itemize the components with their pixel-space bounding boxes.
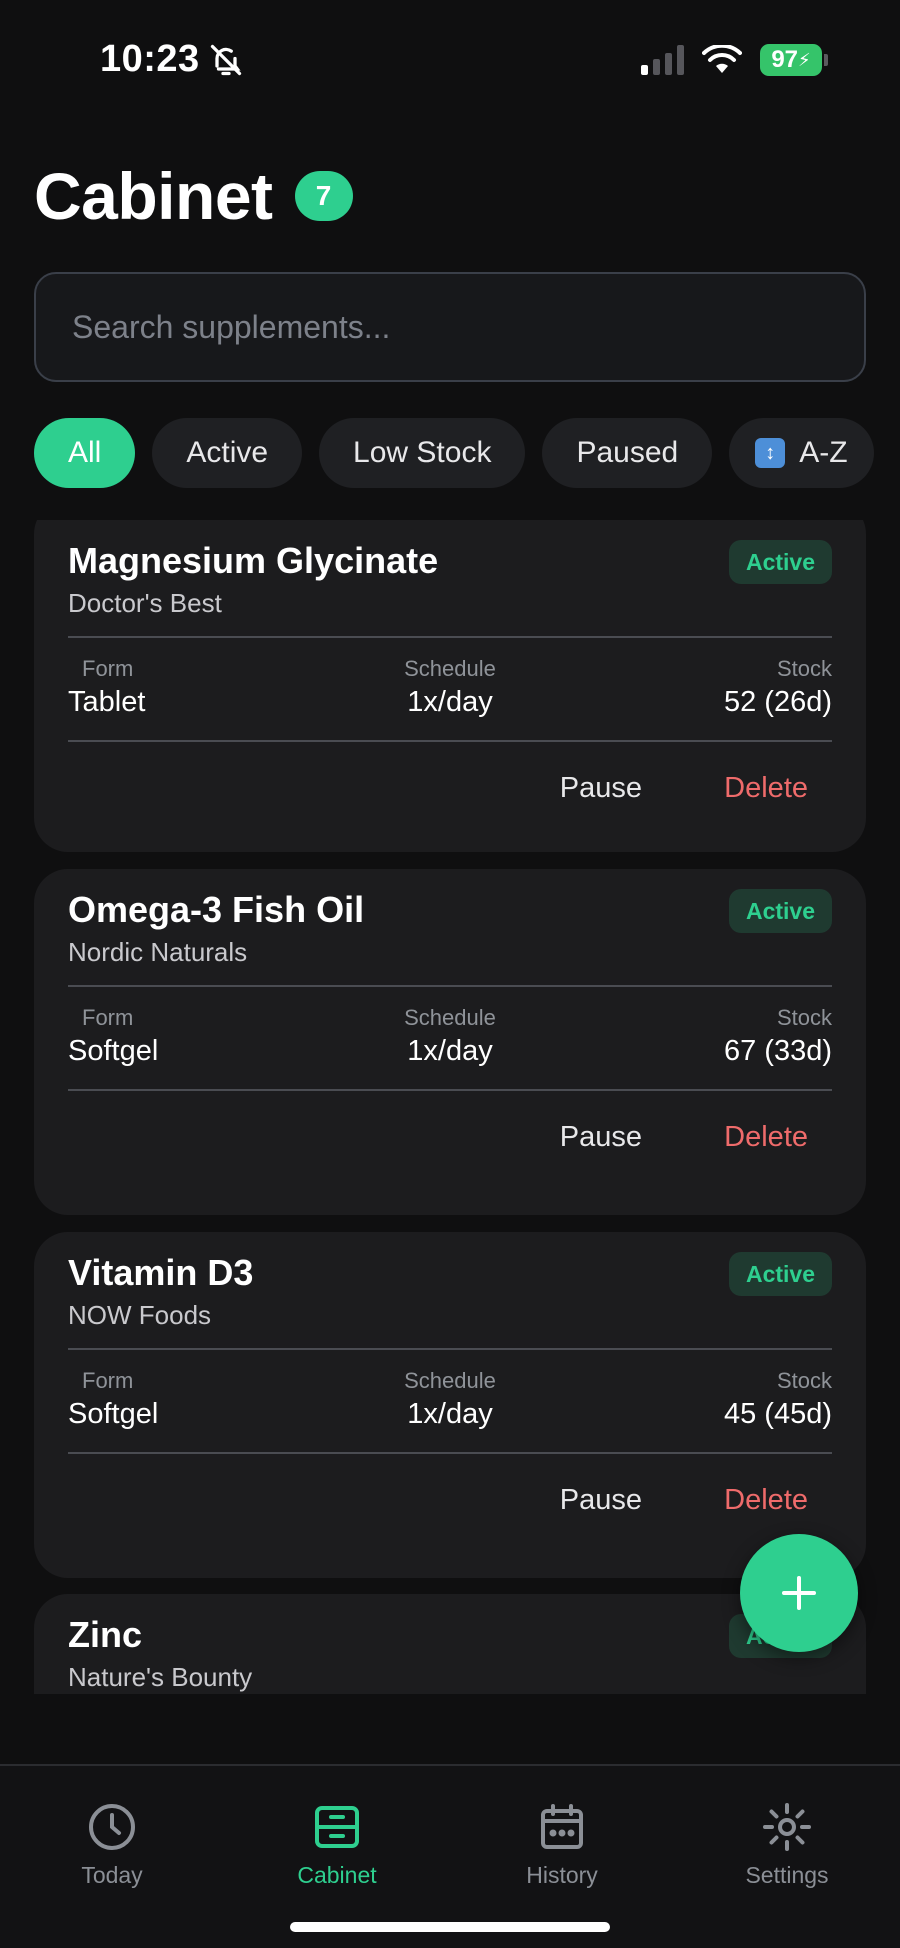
filter-low-stock[interactable]: Low Stock (319, 418, 526, 488)
card-actions: Pause Delete (68, 1091, 832, 1199)
battery-level: 97 (771, 46, 799, 73)
delete-button[interactable]: Delete (724, 1484, 808, 1517)
filter-all[interactable]: All (34, 418, 136, 488)
status-icons: 97 ⚡ (641, 44, 828, 76)
plus-icon (782, 1576, 816, 1610)
sort-label: A-Z (799, 436, 848, 469)
card-actions: Pause Delete (68, 1454, 832, 1562)
stock-field: Stock 45 (45d) (724, 1368, 832, 1431)
filter-chips: All Active Low Stock Paused ↕ A-Z (34, 418, 874, 488)
supplement-name: Magnesium Glycinate (68, 540, 439, 581)
calendar-icon (541, 1804, 583, 1849)
stock-value: 67 (33d) (723, 1035, 832, 1067)
supplement-name: Omega-3 Fish Oil (68, 889, 365, 930)
supplement-name: Vitamin D3 (68, 1252, 254, 1293)
supplement-brand: Nordic Naturals (68, 937, 248, 967)
supplement-card[interactable]: Vitamin D3 NOW Foods Active Form Softgel… (34, 1232, 866, 1578)
stock-field: Stock 67 (33d) (724, 1005, 832, 1068)
schedule-value: 1x/day (407, 1398, 493, 1430)
card-details: Form Tablet Schedule 1x/day Stock 52 (26… (68, 638, 832, 740)
stock-value: 45 (45d) (723, 1398, 832, 1430)
header: Cabinet 7 (34, 158, 353, 234)
charging-bolt-icon: ⚡ (798, 49, 811, 70)
count-badge: 7 (294, 171, 353, 221)
sort-button[interactable]: ↕ A-Z (729, 418, 874, 488)
pause-button[interactable]: Pause (560, 1121, 642, 1154)
stock-value: 52 (26d) (723, 686, 832, 718)
schedule-label: Schedule (404, 1005, 496, 1030)
delete-button[interactable]: Delete (724, 1121, 808, 1154)
home-indicator (290, 1922, 610, 1932)
stock-label: Stock (776, 1368, 832, 1393)
tab-label: Cabinet (297, 1862, 377, 1888)
stock-label: Stock (776, 1005, 832, 1030)
card-details: Form Softgel Schedule 1x/day Stock 45 (4… (68, 1350, 832, 1452)
sort-arrows-icon: ↕ (755, 438, 786, 468)
card-header: Omega-3 Fish Oil Nordic Naturals Active (68, 869, 832, 985)
stock-label: Stock (776, 656, 832, 681)
schedule-label: Schedule (404, 656, 496, 681)
tab-history[interactable]: History (462, 1802, 662, 1889)
supplement-card[interactable]: Zinc Nature's Bounty Active (34, 1594, 866, 1694)
supplement-brand: Doctor's Best (68, 588, 222, 618)
filter-active[interactable]: Active (152, 418, 303, 488)
cellular-signal-icon (641, 45, 684, 75)
status-time: 10:23 (100, 38, 200, 80)
battery-indicator: 97 ⚡ (760, 44, 828, 76)
card-header: Vitamin D3 NOW Foods Active (68, 1232, 832, 1348)
pause-button[interactable]: Pause (560, 1484, 642, 1517)
tab-label: Today (81, 1862, 143, 1888)
search-box[interactable] (34, 272, 866, 382)
gear-icon (763, 1803, 811, 1851)
tab-cabinet[interactable]: Cabinet (237, 1802, 437, 1889)
card-header: Zinc Nature's Bounty Active (68, 1594, 832, 1694)
tab-label: Settings (745, 1862, 829, 1888)
card-details: Form Softgel Schedule 1x/day Stock 67 (3… (68, 987, 832, 1089)
delete-button[interactable]: Delete (724, 772, 808, 805)
search-input[interactable] (72, 308, 828, 346)
supplement-card[interactable]: Omega-3 Fish Oil Nordic Naturals Active … (34, 869, 866, 1215)
tab-label: History (526, 1862, 598, 1888)
wifi-icon (702, 45, 742, 73)
supplement-card[interactable]: Magnesium Glycinate Doctor's Best Active… (34, 520, 866, 852)
pause-button[interactable]: Pause (560, 772, 642, 805)
schedule-field: Schedule 1x/day (68, 656, 832, 719)
tab-today[interactable]: Today (12, 1802, 212, 1889)
schedule-field: Schedule 1x/day (68, 1005, 832, 1068)
supplement-name: Zinc (68, 1614, 143, 1655)
add-supplement-button[interactable] (740, 1534, 858, 1652)
supplement-brand: NOW Foods (68, 1300, 212, 1330)
cabinet-icon (315, 1806, 359, 1848)
clock-icon (89, 1804, 135, 1850)
supplement-brand: Nature's Bounty (68, 1662, 253, 1692)
bell-muted-icon (210, 44, 241, 75)
schedule-field: Schedule 1x/day (68, 1368, 832, 1431)
status-badge: Active (728, 1252, 832, 1296)
card-header: Magnesium Glycinate Doctor's Best Active (68, 520, 832, 636)
schedule-value: 1x/day (407, 686, 493, 718)
stock-field: Stock 52 (26d) (724, 656, 832, 719)
filter-paused[interactable]: Paused (542, 418, 713, 488)
schedule-label: Schedule (404, 1368, 496, 1393)
status-badge: Active (728, 889, 832, 933)
page-title: Cabinet (34, 159, 273, 233)
tab-bar: Today Cabinet History Settings (0, 1764, 900, 1948)
card-actions: Pause Delete (68, 742, 832, 850)
status-time-group: 10:23 (100, 38, 244, 81)
schedule-value: 1x/day (407, 1035, 493, 1067)
status-badge: Active (728, 540, 832, 584)
status-bar: 10:23 97 ⚡ (0, 0, 900, 120)
supplement-list[interactable]: Magnesium Glycinate Doctor's Best Active… (34, 520, 866, 1694)
tab-settings[interactable]: Settings (687, 1802, 887, 1889)
